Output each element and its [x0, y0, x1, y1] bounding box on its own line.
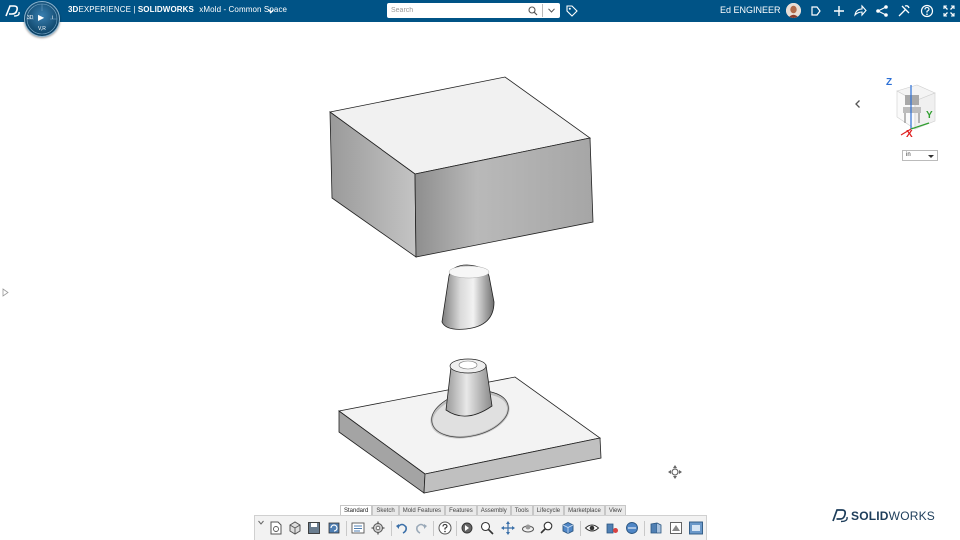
tab-lifecycle[interactable]: Lifecycle: [532, 505, 565, 515]
rotate-view-icon[interactable]: [459, 520, 475, 536]
search-input[interactable]: [391, 4, 521, 17]
options-icon[interactable]: [350, 520, 366, 536]
compass-info-label[interactable]: i: [52, 15, 53, 21]
fullscreen-icon[interactable]: [942, 4, 956, 18]
avatar-photo-icon: [786, 3, 801, 18]
triad-z-label: Z: [886, 77, 893, 88]
toolbar-separator: [580, 521, 581, 536]
cavity-block[interactable]: [329, 76, 594, 258]
undo-icon[interactable]: [394, 520, 410, 536]
chevron-down-icon[interactable]: [258, 520, 264, 525]
username[interactable]: Ed ENGINEER: [720, 5, 781, 15]
search-icon[interactable]: [528, 6, 538, 16]
tab-assembly[interactable]: Assembly: [476, 505, 511, 515]
pan-icon[interactable]: [500, 520, 516, 536]
ds-logo-icon: [832, 509, 848, 523]
avatar[interactable]: [786, 3, 801, 18]
rebuild-icon[interactable]: [326, 520, 342, 536]
display-style-icon[interactable]: [668, 520, 684, 536]
chevron-left-icon[interactable]: [851, 97, 865, 111]
units-value: in: [906, 152, 911, 158]
tools-icon[interactable]: [897, 4, 911, 18]
toolbar-separator: [644, 521, 645, 536]
brand-bold: 3D: [68, 5, 79, 14]
notifications-icon[interactable]: [809, 4, 823, 18]
help-icon[interactable]: [920, 4, 934, 18]
compass-3d-label[interactable]: 3D: [27, 15, 33, 21]
view-orientation-icon[interactable]: [688, 520, 704, 536]
view-cube-icon[interactable]: [560, 520, 576, 536]
zoom-area-icon[interactable]: [539, 520, 555, 536]
tab-mold-features[interactable]: Mold Features: [398, 505, 446, 515]
solidworks-wordmark: SOLIDWORKS: [851, 509, 935, 523]
app-title[interactable]: 3DEXPERIENCE | SOLIDWORKS xMold - Common…: [68, 5, 287, 14]
tab-view[interactable]: View: [604, 505, 626, 515]
search-divider: [542, 4, 543, 17]
network-icon[interactable]: [875, 4, 889, 18]
compass-play-icon[interactable]: ▶: [38, 13, 44, 22]
dropdown-arrow-icon: [928, 155, 934, 158]
view-triad[interactable]: Z Y X: [883, 77, 941, 141]
feature-tree-expand-icon[interactable]: [2, 288, 9, 297]
dassault-logo-icon[interactable]: [5, 4, 21, 18]
core-base-plate[interactable]: [338, 358, 602, 494]
triad-y-label: Y: [926, 110, 933, 121]
appearance-icon[interactable]: [604, 520, 620, 536]
open-icon[interactable]: [287, 520, 303, 536]
tab-marketplace[interactable]: Marketplace: [564, 505, 605, 515]
units-dropdown[interactable]: in: [902, 150, 938, 161]
settings-gear-icon[interactable]: [370, 520, 386, 536]
section-view-icon[interactable]: [648, 520, 664, 536]
tab-tools[interactable]: Tools: [510, 505, 533, 515]
add-icon[interactable]: [832, 4, 846, 18]
toolbar-separator: [433, 521, 434, 536]
compass-vr-label[interactable]: V,R: [38, 26, 46, 32]
zoom-icon[interactable]: [479, 520, 495, 536]
mold-model[interactable]: [0, 22, 960, 540]
compass-widget[interactable]: 3D ▶ V,R i: [24, 1, 60, 37]
wordmark-bold: SOLID: [851, 509, 889, 523]
save-icon[interactable]: [306, 520, 322, 536]
share-icon[interactable]: [853, 4, 867, 18]
tab-standard[interactable]: Standard: [340, 505, 373, 515]
product-name: SOLIDWORKS: [137, 5, 194, 14]
tab-features[interactable]: Features: [445, 505, 477, 515]
space-separator: -: [221, 5, 229, 14]
command-manager-toolbar: [254, 515, 707, 540]
rotate-icon[interactable]: [520, 520, 536, 536]
triad-x-label: X: [906, 129, 913, 140]
scene-icon[interactable]: [624, 520, 640, 536]
search-options-chevron-icon[interactable]: [548, 8, 555, 13]
core-insert[interactable]: [441, 264, 495, 330]
brand-separator: |: [131, 5, 138, 14]
new-document-icon[interactable]: [268, 520, 284, 536]
move-cursor-icon: [668, 465, 682, 479]
brand-rest: EXPERIENCE: [78, 5, 132, 14]
top-bar: 3DEXPERIENCE | SOLIDWORKS xMold - Common…: [0, 0, 960, 22]
app-name: xMold: [199, 5, 222, 14]
redo-icon[interactable]: [413, 520, 429, 536]
space-name: Common Space: [228, 5, 288, 14]
hide-show-icon[interactable]: [584, 520, 600, 536]
toolbar-separator: [456, 521, 457, 536]
help-icon[interactable]: [437, 520, 453, 536]
wordmark-rest: WORKS: [888, 509, 936, 523]
command-manager-tabs: Standard Sketch Mold Features Features A…: [340, 505, 626, 515]
tag-icon[interactable]: [566, 5, 578, 17]
chevron-down-icon[interactable]: [268, 8, 274, 14]
tab-sketch[interactable]: Sketch: [372, 505, 399, 515]
toolbar-separator: [346, 521, 347, 536]
graphics-viewport[interactable]: Z Y X in: [0, 22, 960, 540]
toolbar-separator: [391, 521, 392, 536]
